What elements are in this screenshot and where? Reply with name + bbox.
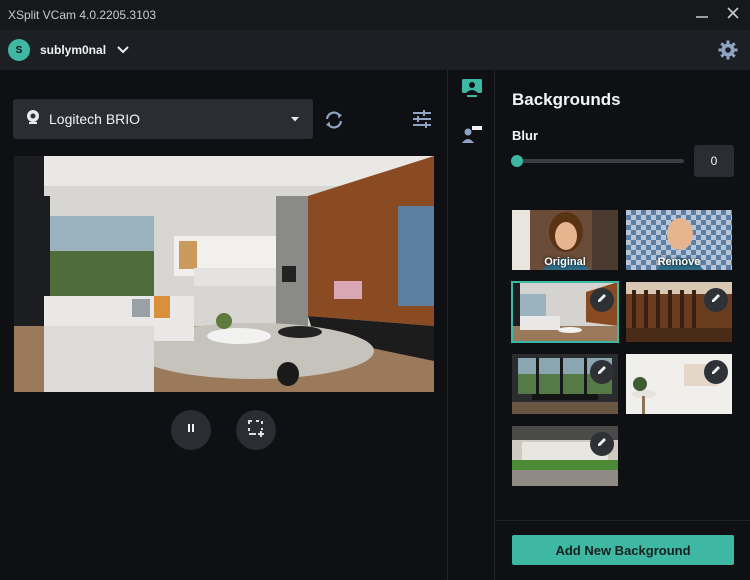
background-thumbnail-dining-room[interactable]	[512, 354, 618, 414]
pencil-icon	[596, 363, 608, 381]
camera-select-value: Logitech BRIO	[49, 111, 141, 127]
edit-background-button[interactable]	[704, 360, 728, 384]
blur-label: Blur	[512, 128, 538, 143]
panel-heading: Backgrounds	[512, 90, 621, 109]
pause-icon	[185, 421, 197, 439]
sliders-icon[interactable]	[411, 108, 433, 130]
crop-icon	[247, 419, 265, 442]
pencil-icon	[596, 435, 608, 453]
camera-preview	[14, 156, 434, 392]
edit-background-button[interactable]	[704, 288, 728, 312]
username[interactable]: sublym0nal	[40, 43, 106, 57]
webcam-icon	[25, 109, 41, 130]
panel-footer-divider	[496, 520, 750, 521]
chevron-down-icon	[289, 112, 301, 124]
tab-person[interactable]	[448, 116, 495, 156]
window-title: XSplit VCam 4.0.2205.3103	[8, 8, 157, 22]
gear-icon[interactable]	[718, 40, 738, 60]
background-thumbnail-wood-hall[interactable]	[626, 282, 732, 342]
background-thumbnail-living-room[interactable]	[511, 281, 619, 343]
avatar[interactable]: S	[8, 39, 30, 61]
title-bar: XSplit VCam 4.0.2205.3103	[0, 0, 750, 30]
tab-backgrounds[interactable]	[448, 70, 495, 110]
blur-value-input[interactable]: 0	[694, 145, 734, 177]
background-thumbnail-original[interactable]: Original	[512, 210, 618, 270]
blur-slider-knob[interactable]	[511, 155, 523, 167]
thumbnail-label: Original	[544, 256, 586, 268]
pause-button[interactable]	[171, 410, 211, 450]
pencil-icon	[596, 291, 608, 309]
user-bar: S sublym0nal	[0, 30, 750, 70]
background-grid: Original Remove	[511, 210, 736, 486]
edit-background-button[interactable]	[590, 360, 614, 384]
edit-background-button[interactable]	[590, 288, 614, 312]
chevron-down-icon[interactable]	[116, 43, 130, 57]
left-pane: Logitech BRIO	[0, 70, 447, 580]
refresh-icon[interactable]	[323, 109, 345, 131]
edit-background-button[interactable]	[590, 432, 614, 456]
background-tab-icon	[461, 78, 483, 103]
person-settings-icon	[461, 123, 483, 150]
add-new-background-button[interactable]: Add New Background	[512, 535, 734, 565]
minimize-icon[interactable]	[693, 6, 711, 24]
background-thumbnail-remove[interactable]: Remove	[626, 210, 732, 270]
close-icon[interactable]	[724, 6, 742, 24]
camera-select[interactable]: Logitech BRIO	[13, 99, 313, 139]
blur-slider[interactable]	[511, 155, 684, 167]
background-thumbnail-office[interactable]	[512, 426, 618, 486]
pencil-icon	[710, 291, 722, 309]
background-thumbnail-white-wall[interactable]	[626, 354, 732, 414]
pencil-icon	[710, 363, 722, 381]
thumbnail-label: Remove	[657, 256, 701, 268]
crop-button[interactable]	[236, 410, 276, 450]
side-tabs	[448, 70, 495, 580]
backgrounds-panel: Backgrounds Blur 0 Original Remove Add N…	[496, 70, 750, 580]
